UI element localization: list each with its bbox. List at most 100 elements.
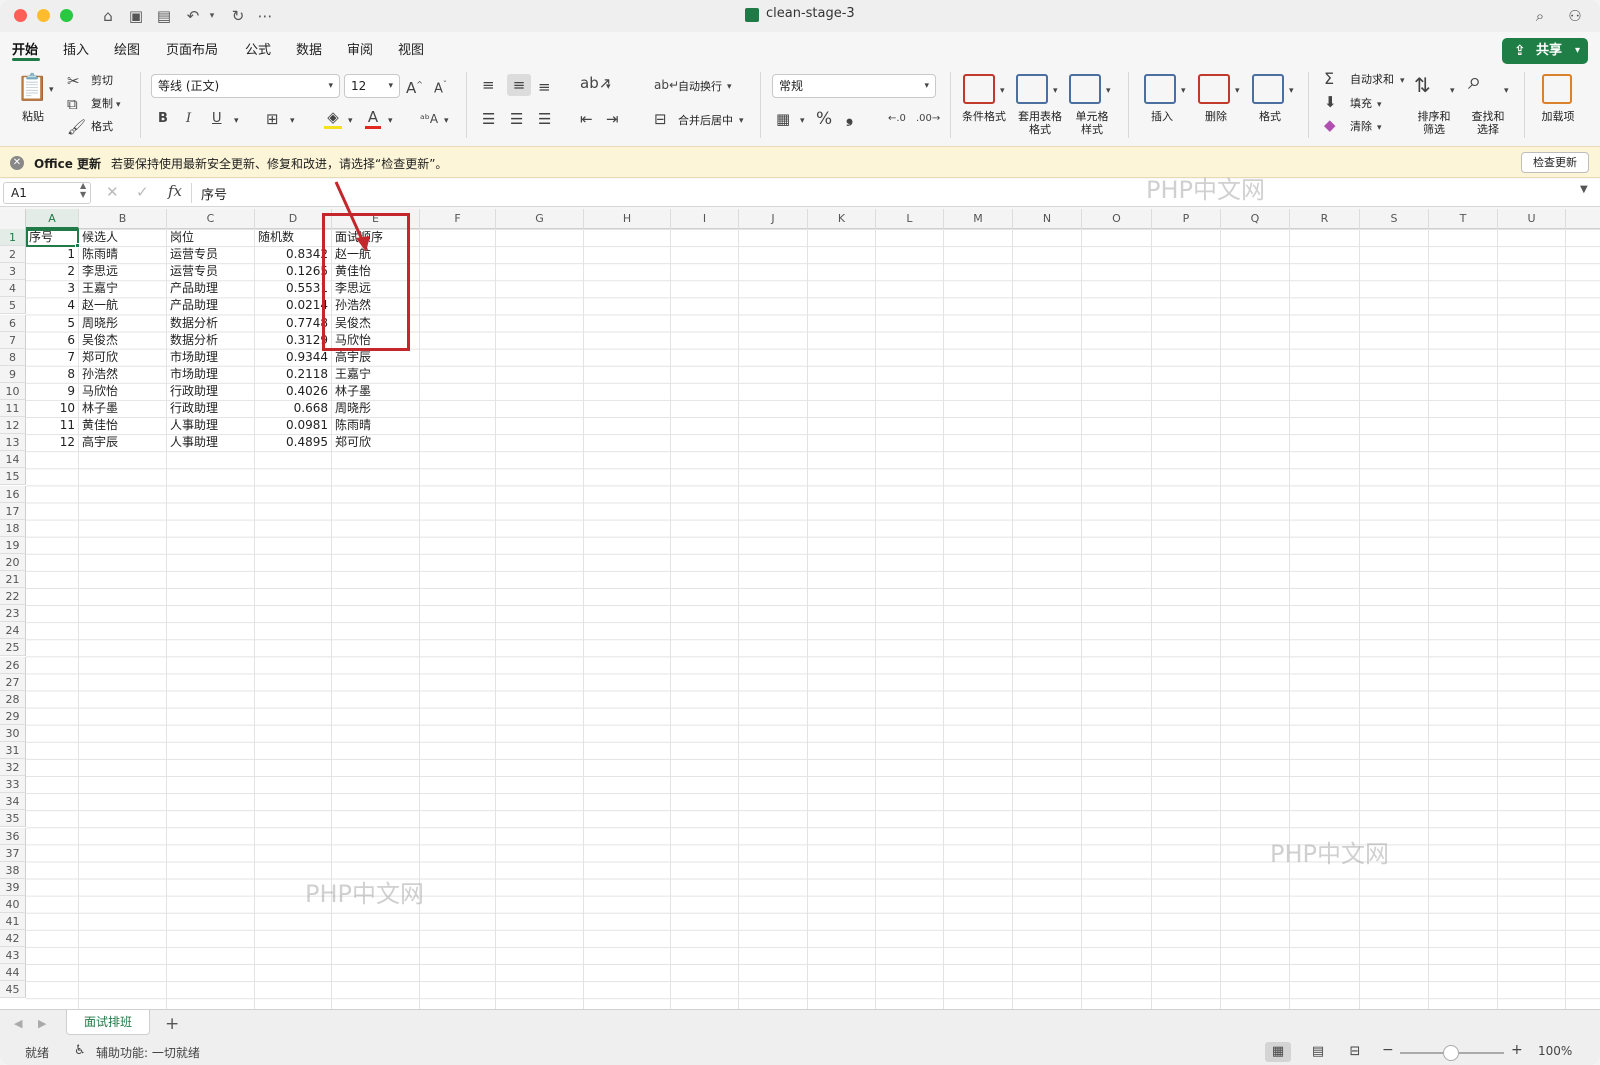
header-cell[interactable]: 随机数	[255, 229, 331, 246]
percent-button[interactable]: %	[816, 110, 832, 128]
decrease-font-icon[interactable]: Aˇ	[434, 76, 447, 98]
header-cell[interactable]: 岗位	[167, 229, 254, 246]
column-header-q[interactable]: Q	[1221, 209, 1290, 229]
tab-insert[interactable]: 插入	[63, 39, 89, 58]
row-header[interactable]: 17	[0, 502, 26, 520]
copy-dropdown-icon[interactable]: ▾	[116, 96, 121, 114]
table-cell[interactable]: 李思远	[79, 263, 166, 280]
table-cell[interactable]: 产品助理	[167, 280, 254, 297]
font-color-icon[interactable]: A	[365, 108, 381, 129]
table-cell[interactable]: 运营专员	[167, 246, 254, 263]
table-format-button[interactable]: 套用表格 格式	[1014, 110, 1066, 136]
column-header-i[interactable]: I	[671, 209, 739, 229]
more-icon[interactable]: ⋯	[255, 6, 275, 26]
row-header[interactable]: 18	[0, 519, 26, 537]
fill-color-icon[interactable]: ◈	[324, 108, 342, 129]
cut-icon[interactable]: ✂	[67, 72, 80, 90]
page-layout-view-icon[interactable]: ▤	[1305, 1042, 1331, 1062]
save-as-icon[interactable]: ▤	[154, 6, 174, 26]
zoom-level[interactable]: 100%	[1538, 1044, 1572, 1058]
save-icon[interactable]: ▣	[126, 6, 146, 26]
phonetic-icon[interactable]: ᵃᵇA	[420, 110, 438, 128]
clear-button[interactable]: 清除	[1350, 120, 1372, 133]
row-header[interactable]: 35	[0, 810, 26, 828]
row-header[interactable]: 11	[0, 400, 26, 418]
conditional-format-button[interactable]: 条件格式	[958, 110, 1010, 123]
paste-dropdown-icon[interactable]: ▾	[49, 81, 54, 99]
row-header[interactable]: 25	[0, 639, 26, 657]
addins-icon[interactable]	[1542, 74, 1572, 104]
row-header[interactable]: 26	[0, 656, 26, 674]
column-header-s[interactable]: S	[1360, 209, 1429, 229]
table-cell[interactable]: 赵一航	[79, 297, 166, 314]
paste-label[interactable]: 粘贴	[22, 110, 44, 123]
table-cell[interactable]: 陈雨晴	[79, 246, 166, 263]
number-format-select[interactable]: 常规 ▾	[772, 74, 936, 98]
sheet-prev-icon[interactable]: ◀	[14, 1017, 22, 1030]
row-header[interactable]: 33	[0, 776, 26, 794]
row-header[interactable]: 32	[0, 759, 26, 777]
column-header-k[interactable]: K	[808, 209, 876, 229]
zoom-in-icon[interactable]: +	[1511, 1042, 1523, 1058]
accounting-format-icon[interactable]: ▦	[776, 110, 790, 128]
name-box[interactable]: A1	[3, 182, 91, 204]
column-header-u[interactable]: U	[1498, 209, 1566, 229]
row-header[interactable]: 9	[0, 365, 26, 383]
table-cell[interactable]: 周晓彤	[332, 400, 419, 417]
format-dropdown-icon[interactable]: ▾	[1289, 82, 1294, 100]
row-header[interactable]: 19	[0, 536, 26, 554]
tab-draw[interactable]: 绘图	[114, 39, 140, 58]
find-select-icon[interactable]: ⌕	[1468, 69, 1481, 93]
table-cell[interactable]: 吴俊杰	[79, 332, 166, 349]
row-header[interactable]: 38	[0, 861, 26, 879]
table-cell[interactable]: 0.5531	[255, 280, 331, 297]
maximize-window-button[interactable]	[60, 9, 73, 22]
cell-styles-button[interactable]: 单元格 样式	[1066, 110, 1118, 136]
table-cell[interactable]: 高宇辰	[79, 434, 166, 451]
conditional-format-dropdown-icon[interactable]: ▾	[1000, 82, 1005, 100]
row-header[interactable]: 34	[0, 793, 26, 811]
table-cell[interactable]: 周晓彤	[79, 315, 166, 332]
find-select-dropdown-icon[interactable]: ▾	[1504, 82, 1509, 100]
format-painter-button[interactable]: 格式	[91, 120, 113, 133]
table-cell[interactable]: 市场助理	[167, 349, 254, 366]
row-header[interactable]: 20	[0, 553, 26, 571]
table-cell[interactable]: 市场助理	[167, 366, 254, 383]
table-cell[interactable]: 人事助理	[167, 417, 254, 434]
decrease-indent-icon[interactable]: ⇤	[580, 110, 593, 128]
fill-color-dropdown-icon[interactable]: ▾	[348, 112, 353, 130]
table-cell[interactable]: 6	[26, 332, 78, 349]
phonetic-dropdown-icon[interactable]: ▾	[444, 112, 449, 130]
table-cell[interactable]: 0.3129	[255, 332, 331, 349]
tab-view[interactable]: 视图	[398, 39, 424, 58]
table-cell[interactable]: 行政助理	[167, 383, 254, 400]
italic-button[interactable]: I	[186, 110, 191, 128]
cell-styles-icon[interactable]	[1069, 74, 1101, 104]
row-header[interactable]: 6	[0, 314, 26, 332]
formula-input[interactable]: 序号	[201, 184, 227, 203]
column-header-f[interactable]: F	[420, 209, 496, 229]
table-cell[interactable]: 4	[26, 297, 78, 314]
table-cell[interactable]: 7	[26, 349, 78, 366]
table-cell[interactable]: 孙浩然	[79, 366, 166, 383]
row-header[interactable]: 12	[0, 417, 26, 435]
fill-icon[interactable]: ⬇	[1324, 93, 1337, 111]
row-header[interactable]: 21	[0, 571, 26, 589]
row-header[interactable]: 41	[0, 913, 26, 931]
table-cell[interactable]: 8	[26, 366, 78, 383]
autosum-dropdown-icon[interactable]: ▾	[1400, 72, 1405, 90]
clear-dropdown-icon[interactable]: ▾	[1377, 119, 1382, 137]
format-cells-icon[interactable]	[1252, 74, 1284, 104]
table-cell[interactable]: 0.4895	[255, 434, 331, 451]
tab-data[interactable]: 数据	[296, 39, 322, 58]
borders-icon[interactable]: ⊞	[266, 110, 279, 128]
column-header-b[interactable]: B	[79, 209, 167, 229]
accounting-dropdown-icon[interactable]: ▾	[800, 112, 805, 130]
table-cell[interactable]: 黄佳怡	[79, 417, 166, 434]
select-all-button[interactable]	[0, 209, 26, 229]
table-cell[interactable]: 10	[26, 400, 78, 417]
fill-dropdown-icon[interactable]: ▾	[1377, 96, 1382, 114]
insert-cells-button[interactable]: 插入	[1140, 110, 1184, 123]
table-cell[interactable]: 王嘉宁	[332, 366, 419, 383]
align-left-icon[interactable]: ☰	[482, 110, 495, 128]
